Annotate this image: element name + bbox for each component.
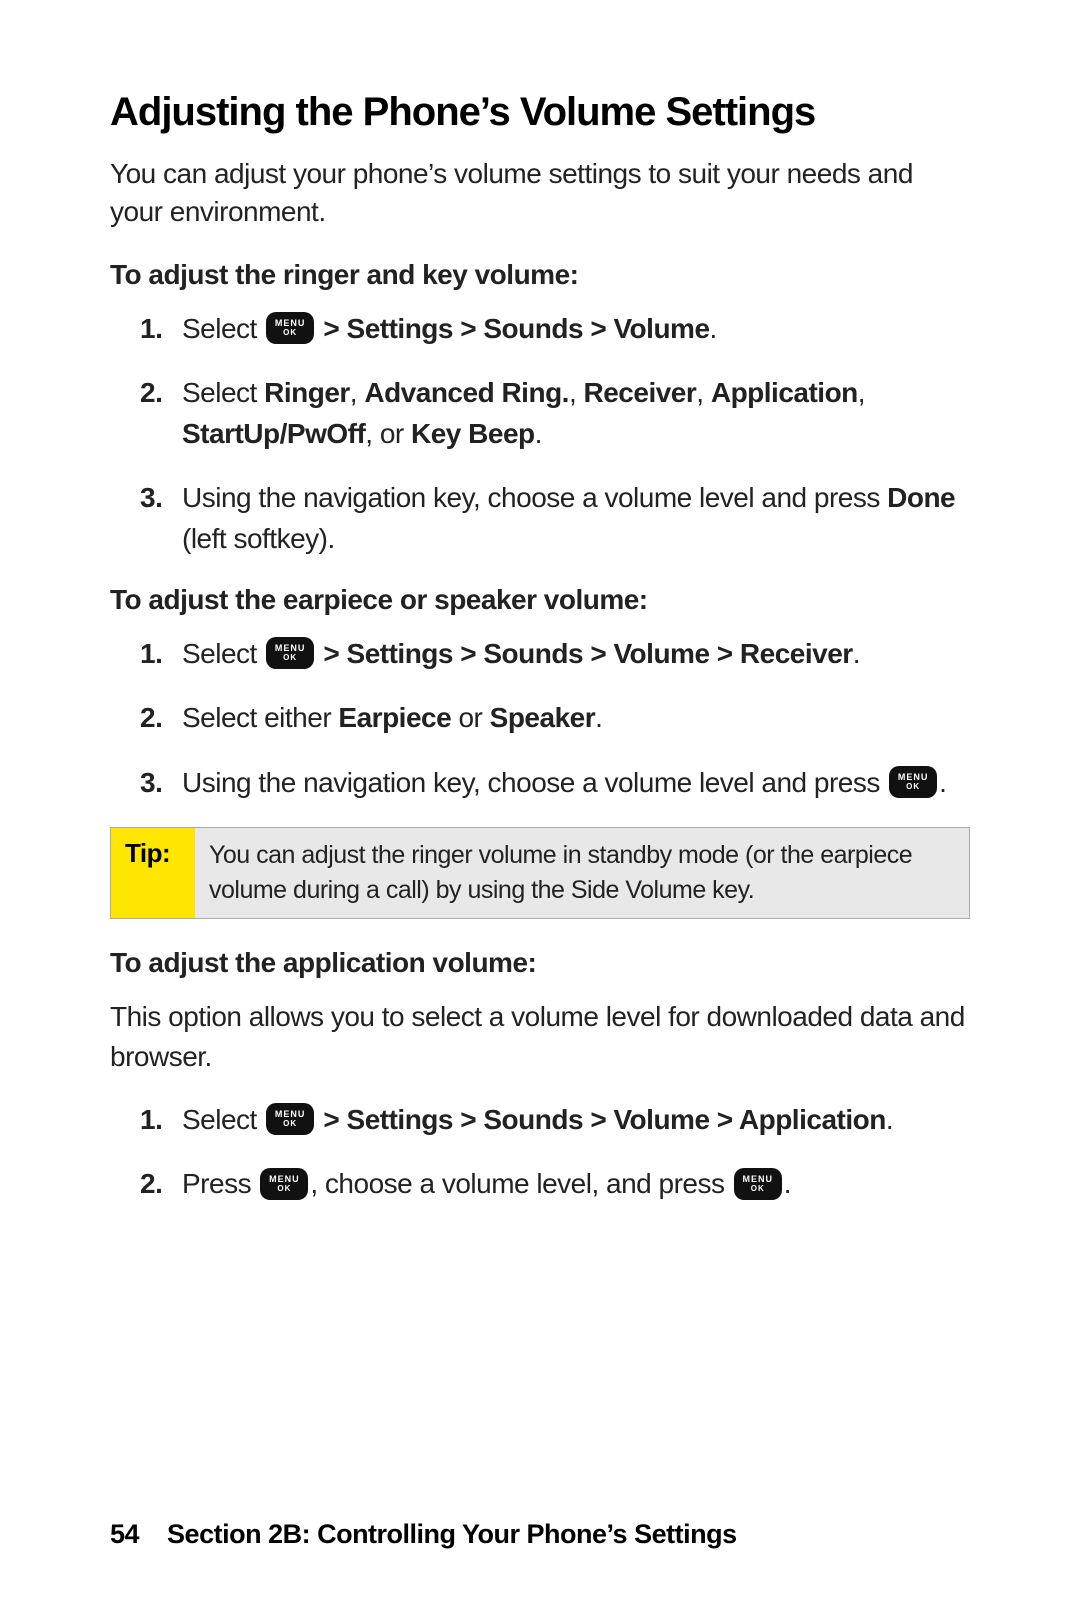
page-title: Adjusting the Phone’s Volume Settings	[110, 90, 970, 135]
step-item: 1. Select MENUOK > Settings > Sounds > V…	[110, 1100, 970, 1141]
option: Application	[711, 377, 858, 408]
text: .	[710, 313, 717, 344]
menu-path: > Settings > Sounds > Volume > Applicati…	[316, 1104, 886, 1135]
option: StartUp/PwOff	[182, 418, 365, 449]
option: Key Beep	[411, 418, 535, 449]
step-text: Using the navigation key, choose a volum…	[182, 763, 946, 804]
manual-page: Adjusting the Phone’s Volume Settings Yo…	[0, 0, 1080, 1620]
subheading-earpiece-speaker: To adjust the earpiece or speaker volume…	[110, 584, 970, 616]
text: Press	[182, 1168, 258, 1199]
step-text: Select MENUOK > Settings > Sounds > Volu…	[182, 1100, 893, 1141]
menu-ok-key-icon: MENUOK	[734, 1168, 782, 1200]
step-item: 1. Select MENUOK > Settings > Sounds > V…	[110, 309, 970, 350]
text: or	[451, 702, 489, 733]
option: Advanced Ring.	[364, 377, 569, 408]
subheading-application-volume: To adjust the application volume:	[110, 947, 970, 979]
text: Select	[182, 638, 264, 669]
text: Select	[182, 1104, 264, 1135]
text: ,	[569, 377, 584, 408]
step-number: 2.	[140, 698, 176, 739]
section-label: Section 2B: Controlling Your Phone’s Set…	[167, 1519, 737, 1549]
step-number: 3.	[140, 478, 176, 519]
step-text: Select MENUOK > Settings > Sounds > Volu…	[182, 634, 860, 675]
steps-ringer-key: 1. Select MENUOK > Settings > Sounds > V…	[110, 309, 970, 560]
text: ,	[696, 377, 711, 408]
step-text: Select MENUOK > Settings > Sounds > Volu…	[182, 309, 717, 350]
step-number: 1.	[140, 309, 176, 350]
step-number: 2.	[140, 1164, 176, 1205]
softkey-label: Done	[887, 482, 955, 513]
tip-text: You can adjust the ringer volume in stan…	[195, 828, 969, 918]
steps-earpiece-speaker: 1. Select MENUOK > Settings > Sounds > V…	[110, 634, 970, 804]
text: Select	[182, 377, 264, 408]
text: Select either	[182, 702, 338, 733]
step-item: 2. Select either Earpiece or Speaker.	[110, 698, 970, 739]
tip-callout: Tip: You can adjust the ringer volume in…	[110, 827, 970, 919]
text: .	[939, 767, 946, 798]
text: Using the navigation key, choose a volum…	[182, 767, 887, 798]
text: , or	[365, 418, 411, 449]
text: Select	[182, 313, 264, 344]
option: Ringer	[264, 377, 350, 408]
page-number: 54	[110, 1519, 139, 1550]
step-text: Select Ringer, Advanced Ring., Receiver,…	[182, 373, 970, 454]
intro-paragraph: You can adjust your phone’s volume setti…	[110, 155, 970, 231]
menu-ok-key-icon: MENUOK	[889, 766, 937, 798]
text: ,	[858, 377, 865, 408]
menu-ok-key-icon: MENUOK	[260, 1168, 308, 1200]
step-number: 2.	[140, 373, 176, 414]
subheading-ringer-key: To adjust the ringer and key volume:	[110, 259, 970, 291]
option: Earpiece	[338, 702, 451, 733]
option: Speaker	[490, 702, 595, 733]
text: .	[853, 638, 860, 669]
menu-ok-key-icon: MENUOK	[266, 1103, 314, 1135]
steps-application-volume: 1. Select MENUOK > Settings > Sounds > V…	[110, 1100, 970, 1205]
step-item: 2. Press MENUOK, choose a volume level, …	[110, 1164, 970, 1205]
menu-ok-key-icon: MENUOK	[266, 637, 314, 669]
tip-label: Tip:	[111, 828, 195, 918]
step-text: Select either Earpiece or Speaker.	[182, 698, 602, 739]
menu-path: > Settings > Sounds > Volume	[316, 313, 709, 344]
text: , choose a volume level, and press	[310, 1168, 731, 1199]
menu-ok-key-icon: MENUOK	[266, 312, 314, 344]
step-text: Press MENUOK, choose a volume level, and…	[182, 1164, 791, 1205]
step-item: 3. Using the navigation key, choose a vo…	[110, 763, 970, 804]
menu-path: > Settings > Sounds > Volume > Receiver	[316, 638, 853, 669]
text: .	[886, 1104, 893, 1135]
step-number: 3.	[140, 763, 176, 804]
body-paragraph: This option allows you to select a volum…	[110, 997, 970, 1075]
page-footer: 54 Section 2B: Controlling Your Phone’s S…	[110, 1519, 737, 1550]
step-text: Using the navigation key, choose a volum…	[182, 478, 970, 559]
step-item: 1. Select MENUOK > Settings > Sounds > V…	[110, 634, 970, 675]
text: Using the navigation key, choose a volum…	[182, 482, 887, 513]
text: ,	[350, 377, 365, 408]
text: .	[535, 418, 542, 449]
step-number: 1.	[140, 634, 176, 675]
option: Receiver	[584, 377, 697, 408]
text: .	[595, 702, 602, 733]
text: (left softkey).	[182, 523, 335, 554]
step-item: 3. Using the navigation key, choose a vo…	[110, 478, 970, 559]
text: .	[784, 1168, 791, 1199]
step-number: 1.	[140, 1100, 176, 1141]
step-item: 2. Select Ringer, Advanced Ring., Receiv…	[110, 373, 970, 454]
